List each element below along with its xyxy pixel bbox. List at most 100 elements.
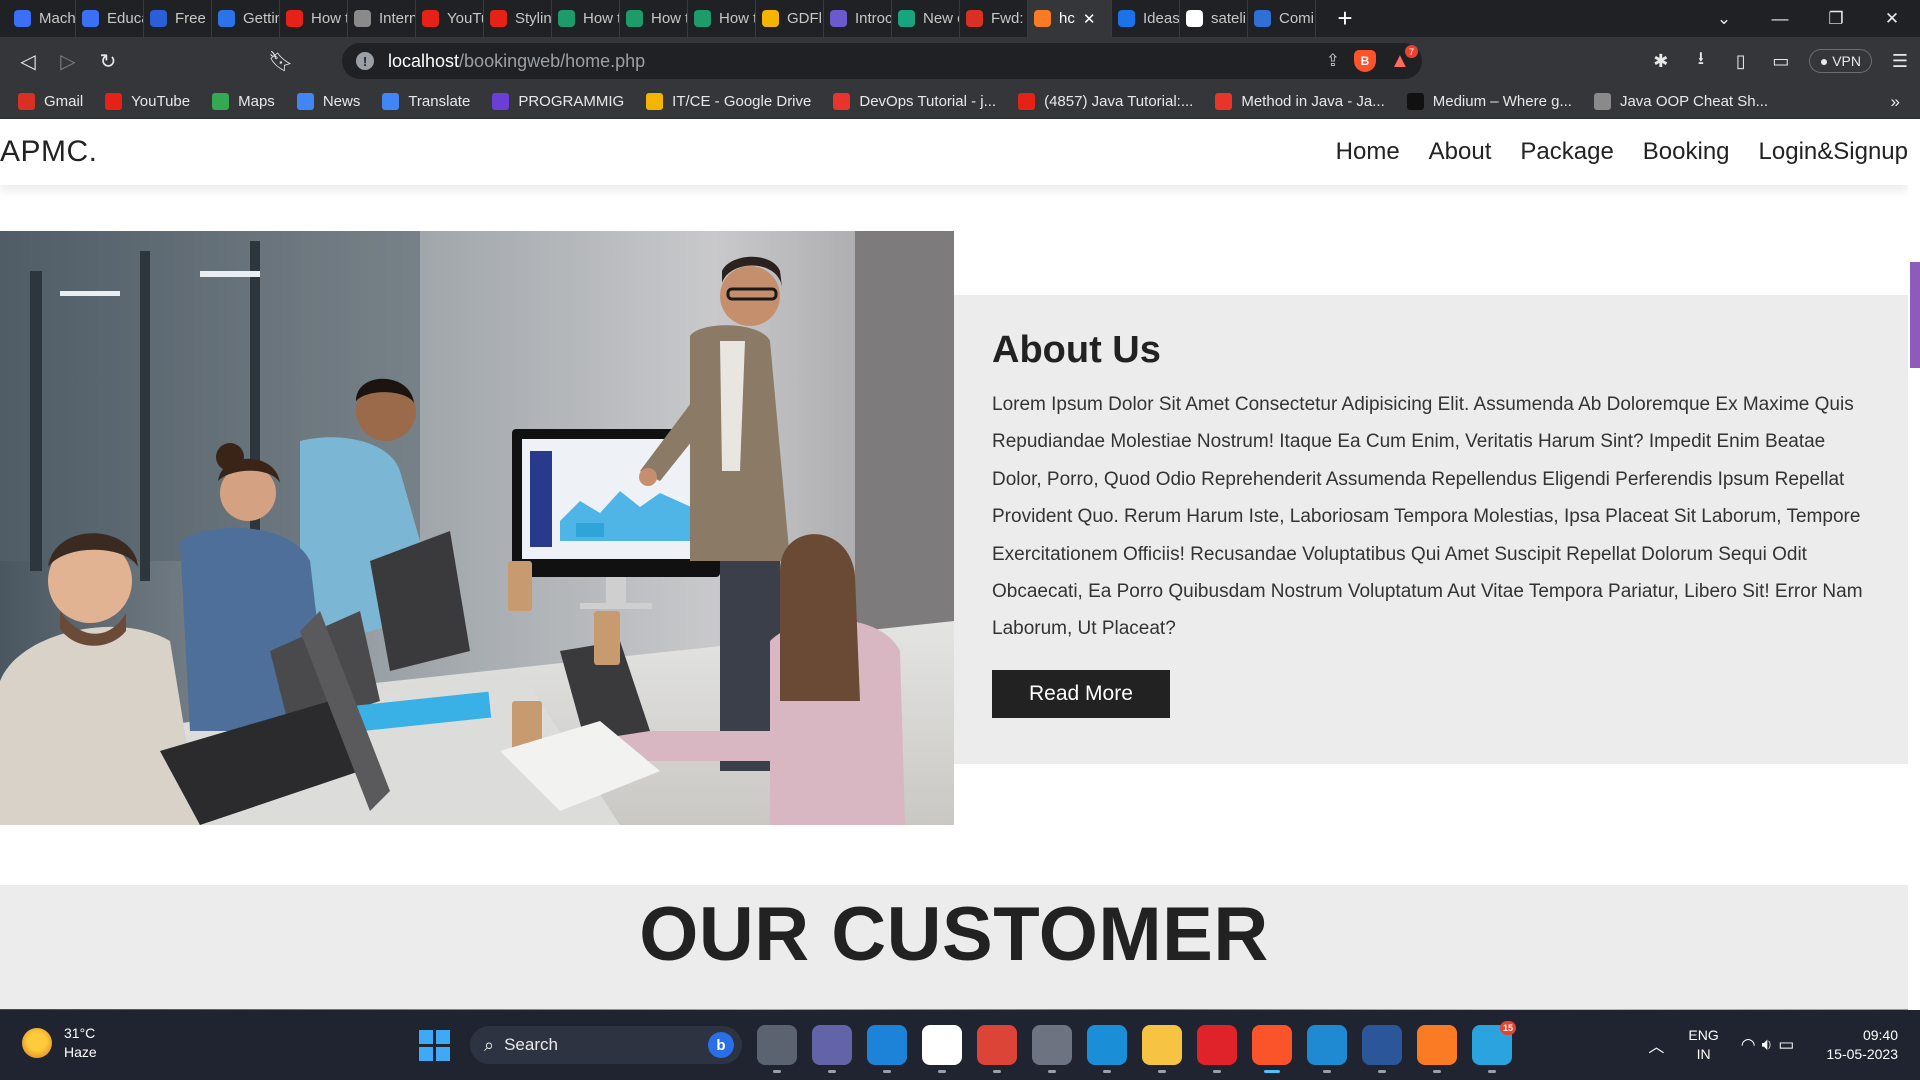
bookmarks-bar: Gmail YouTube Maps News Translate PROGRAMMIG I… — [0, 85, 1920, 119]
sidebar-icon[interactable]: ▯ — [1721, 51, 1761, 72]
browser-tab[interactable]: Mach — [8, 0, 76, 37]
tab-label: Intern — [379, 10, 416, 27]
bookmark-item[interactable]: YouTube — [105, 93, 190, 110]
browser-tab[interactable]: How t — [552, 0, 620, 37]
about-section: About Us Lorem Ipsum Dolor Sit Amet Cons… — [954, 295, 1908, 764]
bookmark-item[interactable]: (4857) Java Tutorial:... — [1018, 93, 1193, 110]
browser-tab[interactable]: Comi — [1248, 0, 1316, 37]
brave-rewards-icon[interactable]: ▲ 7 — [1390, 45, 1418, 72]
bookmark-item[interactable]: Translate — [382, 93, 470, 110]
wallet-icon[interactable]: ▭ — [1761, 51, 1801, 72]
maximize-button[interactable]: ❐ — [1808, 9, 1864, 29]
scrollbar-thumb[interactable] — [1910, 262, 1920, 368]
nav-about[interactable]: About — [1429, 138, 1492, 166]
browser-tab[interactable]: Educa — [76, 0, 144, 37]
tab-label: How t — [583, 10, 620, 27]
teams-icon[interactable] — [812, 1025, 852, 1073]
running-indicator — [1158, 1070, 1166, 1073]
browser-tab[interactable]: How t — [688, 0, 756, 37]
bing-icon[interactable]: b — [708, 1032, 734, 1058]
browser-tab[interactable]: Free F — [144, 0, 212, 37]
running-indicator — [938, 1070, 946, 1073]
maps-icon — [212, 93, 230, 110]
page-scrollbar[interactable] — [1908, 119, 1920, 1010]
telegram-icon[interactable]: 15 — [1472, 1021, 1516, 1073]
downloads-icon[interactable]: ⭳ — [1681, 46, 1721, 76]
nav-booking[interactable]: Booking — [1643, 138, 1730, 166]
bookmarks-overflow-icon[interactable]: » — [1891, 92, 1900, 112]
url-text[interactable]: localhost/bookingweb/home.php — [388, 51, 645, 72]
reload-button[interactable]: ↻ — [88, 49, 128, 74]
paint-icon[interactable] — [922, 1025, 962, 1073]
browser-tab[interactable]: Stylin — [484, 0, 552, 37]
weather-widget[interactable]: 31°C Haze — [22, 1024, 97, 1062]
bookmark-item[interactable]: PROGRAMMIG — [492, 93, 624, 110]
site-logo[interactable]: APMC. — [0, 135, 98, 169]
network-volume-battery-icons[interactable]: ◠🔉︎▭ — [1741, 1035, 1801, 1055]
bookmark-item[interactable]: Java OOP Cheat Sh... — [1593, 93, 1768, 110]
brave-shields-icon[interactable]: B — [1354, 50, 1376, 72]
browser-tab[interactable]: Fwd: I — [960, 0, 1028, 37]
edge-icon[interactable] — [1087, 1025, 1127, 1073]
chrome-icon[interactable] — [977, 1025, 1017, 1073]
browser-tab[interactable]: Gettin — [212, 0, 280, 37]
vpn-button[interactable]: ● VPN — [1808, 49, 1872, 73]
nav-login-signup[interactable]: Login&Signup — [1759, 138, 1908, 166]
translate-icon — [382, 93, 400, 110]
folder-icon[interactable] — [1142, 1025, 1182, 1073]
brave-icon[interactable] — [1252, 1025, 1292, 1073]
bookmark-item[interactable]: DevOps Tutorial - j... — [833, 93, 996, 110]
browser-tab[interactable]: sateli — [1180, 0, 1248, 37]
minimize-button[interactable]: — — [1752, 9, 1808, 29]
nav-package[interactable]: Package — [1520, 138, 1613, 166]
tab-label: Mach — [39, 10, 76, 27]
bookmark-item[interactable]: Medium – Where g... — [1406, 93, 1572, 110]
site-info-icon[interactable]: ! — [356, 52, 374, 70]
browser-tab[interactable]: How t — [620, 0, 688, 37]
opera-icon[interactable] — [1197, 1025, 1237, 1073]
browser-tab[interactable]: GDFli — [756, 0, 824, 37]
nav-home[interactable]: Home — [1336, 138, 1400, 166]
show-hidden-icons-icon[interactable]: ︿ — [1648, 1033, 1664, 1057]
tab-search-chevron-icon[interactable]: ⌄ — [1696, 9, 1752, 29]
close-tab-icon[interactable]: ✕ — [1083, 10, 1096, 28]
tab-label: Fwd: I — [991, 10, 1028, 27]
taskbar-search[interactable]: ⌕ Search b — [470, 1026, 742, 1064]
browser-tab[interactable]: How t — [280, 0, 348, 37]
bookmark-item[interactable]: Method in Java - Ja... — [1215, 93, 1385, 110]
extensions-icon[interactable]: ✱ — [1641, 51, 1681, 72]
bookmark-item[interactable]: Maps — [212, 93, 275, 110]
browser-tab[interactable]: Intern — [348, 0, 416, 37]
forward-button[interactable]: ▷ — [48, 49, 88, 74]
bookmark-item[interactable]: IT/CE - Google Drive — [646, 93, 811, 110]
task-view-icon[interactable] — [757, 1025, 797, 1073]
help-icon[interactable] — [867, 1025, 907, 1073]
bookmark-item[interactable]: News — [296, 93, 360, 110]
vpn-label: VPN — [1832, 53, 1861, 69]
browser-tab[interactable]: Introc — [824, 0, 892, 37]
bookmark-icon[interactable]: 🔖︎ — [268, 49, 293, 74]
word-icon[interactable] — [1362, 1025, 1402, 1073]
browser-tab[interactable]: hc ✕ — [1028, 0, 1112, 37]
running-indicator — [883, 1070, 891, 1073]
vscode-icon[interactable] — [1307, 1025, 1347, 1073]
clock[interactable]: 09:40 15-05-2023 — [1826, 1026, 1898, 1064]
bookmark-item[interactable]: Gmail — [18, 93, 83, 110]
browser-tab[interactable]: Ideas — [1112, 0, 1180, 37]
menu-icon[interactable]: ☰ — [1880, 51, 1920, 72]
settings-icon[interactable] — [1032, 1025, 1072, 1073]
read-more-button[interactable]: Read More — [992, 669, 1170, 718]
share-icon[interactable]: ⇪ — [1326, 51, 1340, 71]
browser-tab[interactable]: New c — [892, 0, 960, 37]
new-tab-button[interactable]: + — [1330, 3, 1360, 34]
back-button[interactable]: ◁ — [8, 49, 48, 74]
xampp-icon[interactable] — [1417, 1025, 1457, 1073]
start-button[interactable] — [416, 1027, 452, 1063]
browser-tab[interactable]: YouTu — [416, 0, 484, 37]
google-drive-icon — [646, 93, 664, 110]
running-indicator — [1048, 1070, 1056, 1073]
tab-label: Comi — [1279, 10, 1315, 27]
url-bar[interactable]: ! localhost/bookingweb/home.php ⇪ B ▲ 7 — [342, 43, 1422, 79]
close-window-button[interactable]: ✕ — [1864, 9, 1920, 29]
language-indicator[interactable]: ENG IN — [1688, 1026, 1718, 1064]
